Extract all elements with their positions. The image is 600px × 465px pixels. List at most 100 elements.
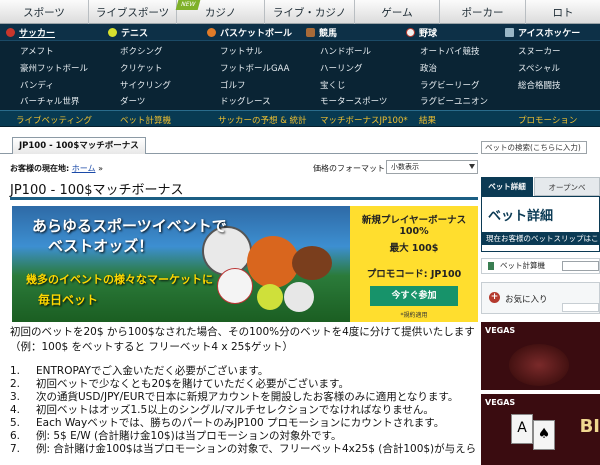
top-nav-sports[interactable]: スポーツ <box>0 0 89 24</box>
bet-calculator-row[interactable]: ベット計算機 <box>481 258 600 274</box>
sport-tennis[interactable]: テニス <box>108 26 148 39</box>
sport-link[interactable]: モータースポーツ <box>320 95 387 107</box>
sport-link[interactable]: ラグビーリーグ <box>420 79 480 91</box>
top-nav-games[interactable]: ゲーム <box>355 0 440 24</box>
bet-search-input[interactable]: ベットの検索(こちらに入力) <box>481 141 587 154</box>
rule-item: 3. 次の通貨USD/JPY/EURで日本に新規アカウントを開設したお客様のみに適… <box>10 391 480 404</box>
sub-nav-results[interactable]: 結果 <box>419 114 436 126</box>
sport-ice-hockey[interactable]: アイスホッケー <box>505 26 580 39</box>
sport-link[interactable]: 豪州フットボール <box>20 62 88 74</box>
banner-image: あらゆるスポーツイベントで ベストオッズ！ 幾多のイベントの様々なマーケットに 毎日… <box>12 206 352 322</box>
sport-link[interactable]: バンディ <box>20 79 54 91</box>
banner-subline-line1: 幾多のイベントの様々なマーケットに <box>26 273 213 286</box>
new-badge: NEW <box>175 0 201 10</box>
breadcrumb-home-link[interactable]: ホーム <box>72 164 96 173</box>
sub-nav-promotions[interactable]: プロモーション <box>518 114 577 126</box>
breadcrumb: お客様の現在地: ホーム » <box>10 163 103 174</box>
sport-baseball[interactable]: 野球 <box>406 26 437 39</box>
sport-link[interactable]: ゴルフ <box>220 79 246 91</box>
sport-link[interactable]: オートバイ競技 <box>420 45 480 57</box>
rule-text: 例: 合計賭け金100$は当プロモーションの対象で、フリーベット4x25$ (合… <box>36 443 477 455</box>
favorites-label: お気に入り <box>505 295 548 305</box>
sport-basketball[interactable]: バスケットボール <box>207 26 292 39</box>
bet-calculator-field[interactable] <box>562 261 599 271</box>
soccer-icon <box>6 28 15 37</box>
top-nav-live-casino[interactable]: ライブ・カジノ <box>265 0 355 24</box>
rule-number: 3. <box>10 391 21 403</box>
sport-link[interactable]: 宝くじ <box>320 79 346 91</box>
sub-nav: ライブベッティング ベット計算機 サッカーの予想 & 統計 マッチボーナスJP1… <box>0 110 600 127</box>
baseball-icon <box>406 28 415 37</box>
sport-link[interactable]: フットサル <box>220 45 263 57</box>
promo-banner[interactable]: あらゆるスポーツイベントで ベストオッズ！ 幾多のイベントの様々なマーケットに 毎日… <box>12 206 478 322</box>
vegas-ad-blackjack[interactable]: VEGAS A ♠ BI <box>481 394 600 465</box>
banner-subline: 幾多のイベントの様々なマーケットに 毎日ベット <box>26 270 213 311</box>
sub-nav-match-bonus[interactable]: マッチボーナスJP100* <box>320 114 408 126</box>
horse-icon <box>306 28 315 37</box>
top-nav-poker[interactable]: ポーカー <box>440 0 526 24</box>
betslip-panel: ベット詳細 現在お客様のベットスリップはこ <box>481 196 600 252</box>
tab-jp100[interactable]: JP100 - 100$マッチボーナス <box>12 137 146 154</box>
sport-horse-racing-label: 競馬 <box>319 29 338 39</box>
sub-nav-soccer-stats[interactable]: サッカーの予想 & 統計 <box>218 114 307 126</box>
rule-text: 次の通貨USD/JPY/EURで日本に新規アカウントを開設したお客様のみに適用と… <box>36 391 459 403</box>
sport-link[interactable]: アメフト <box>20 45 54 57</box>
sport-link[interactable]: ラグビーユニオン <box>420 95 488 107</box>
rule-item: 6. 例: 5$ E/W (合計賭け金10$)は当プロモーションの対象外です。 <box>10 430 480 443</box>
breadcrumb-separator: » <box>98 164 103 173</box>
vegas-ad-roulette[interactable]: VEGAS <box>481 322 600 390</box>
top-nav-casino[interactable]: カジノ NEW <box>175 0 265 24</box>
sport-link[interactable]: ボクシング <box>120 45 163 57</box>
bet-calculator-label: ベット計算機 <box>500 261 545 270</box>
sport-link[interactable]: 総合格闘技 <box>518 79 561 91</box>
breadcrumb-label: お客様の現在地: <box>10 164 70 173</box>
baseball-icon <box>217 268 253 304</box>
sport-link[interactable]: ハンドボール <box>320 45 371 57</box>
rule-text: 初回ベットで少なくとも20$を賭けていただく必要がございます。 <box>36 378 349 390</box>
top-nav-lotto[interactable]: ロト <box>526 0 600 24</box>
hockey-stick-icon <box>505 28 514 37</box>
sub-nav-bet-calculator[interactable]: ベット計算機 <box>120 114 171 126</box>
chevron-down-icon <box>469 164 475 169</box>
sport-soccer[interactable]: サッカー <box>6 26 55 39</box>
sport-link[interactable]: スヌーカー <box>518 45 561 57</box>
favorites-field[interactable] <box>562 303 599 312</box>
rule-text: ENTROPAYでご入金いただく必要がございます。 <box>36 365 269 377</box>
sport-link[interactable]: バーチャル世界 <box>20 95 79 107</box>
join-now-button[interactable]: 今すぐ参加 <box>370 286 458 306</box>
top-nav-live-sports[interactable]: ライブスポーツ <box>89 0 177 24</box>
sport-link[interactable]: サイクリング <box>120 79 171 91</box>
sport-baseball-label: 野球 <box>419 29 438 39</box>
page-title: JP100 - 100$マッチボーナス <box>10 183 184 198</box>
tennis-ball-icon <box>108 28 117 37</box>
calculator-icon <box>488 262 494 270</box>
sport-ice-hockey-label: アイスホッケー <box>518 29 581 39</box>
bonus-max: 最大 100$ <box>389 243 439 254</box>
sport-link[interactable]: 政治 <box>420 62 437 74</box>
basketball-icon <box>207 28 216 37</box>
rule-item: 2. 初回ベットで少なくとも20$を賭けていただく必要がございます。 <box>10 378 480 391</box>
tab-open-bets[interactable]: オープンベ <box>534 177 600 196</box>
rule-number: 7. <box>10 443 21 455</box>
sport-link[interactable]: クリケット <box>120 62 163 74</box>
rule-number: 2. <box>10 378 21 390</box>
price-format-select[interactable]: 小数表示 <box>386 160 478 174</box>
sport-horse-racing[interactable]: 競馬 <box>306 26 337 39</box>
sport-link[interactable]: フットボールGAA <box>220 62 289 74</box>
tab-bet-details[interactable]: ベット詳細 <box>481 177 533 196</box>
rule-number: 5. <box>10 417 21 429</box>
sport-link[interactable]: スペシャル <box>518 62 560 74</box>
banner-headline: あらゆるスポーツイベントで ベストオッズ！ <box>32 216 227 256</box>
golf-ball-icon <box>284 282 314 312</box>
favorites-panel[interactable]: + お気に入り <box>481 282 600 314</box>
sub-nav-live-betting[interactable]: ライブベッティング <box>16 114 92 126</box>
vegas-label-2: VEGAS <box>485 398 516 407</box>
sport-link[interactable]: ハーリング <box>320 62 363 74</box>
rule-item: 7. 例: 合計賭け金100$は当プロモーションの対象で、フリーベット4x25$ … <box>10 443 480 456</box>
sports-menu: サッカー テニス バスケットボール 競馬 野球 アイスホッケー アメフト ボクシン… <box>0 24 600 110</box>
sport-link[interactable]: ドッグレース <box>220 95 271 107</box>
bonus-title: 新規プレイヤーボーナス <box>361 215 467 226</box>
betslip-title: ベット詳細 <box>488 209 554 224</box>
plus-icon: + <box>489 292 500 303</box>
sport-link[interactable]: ダーツ <box>120 95 145 107</box>
